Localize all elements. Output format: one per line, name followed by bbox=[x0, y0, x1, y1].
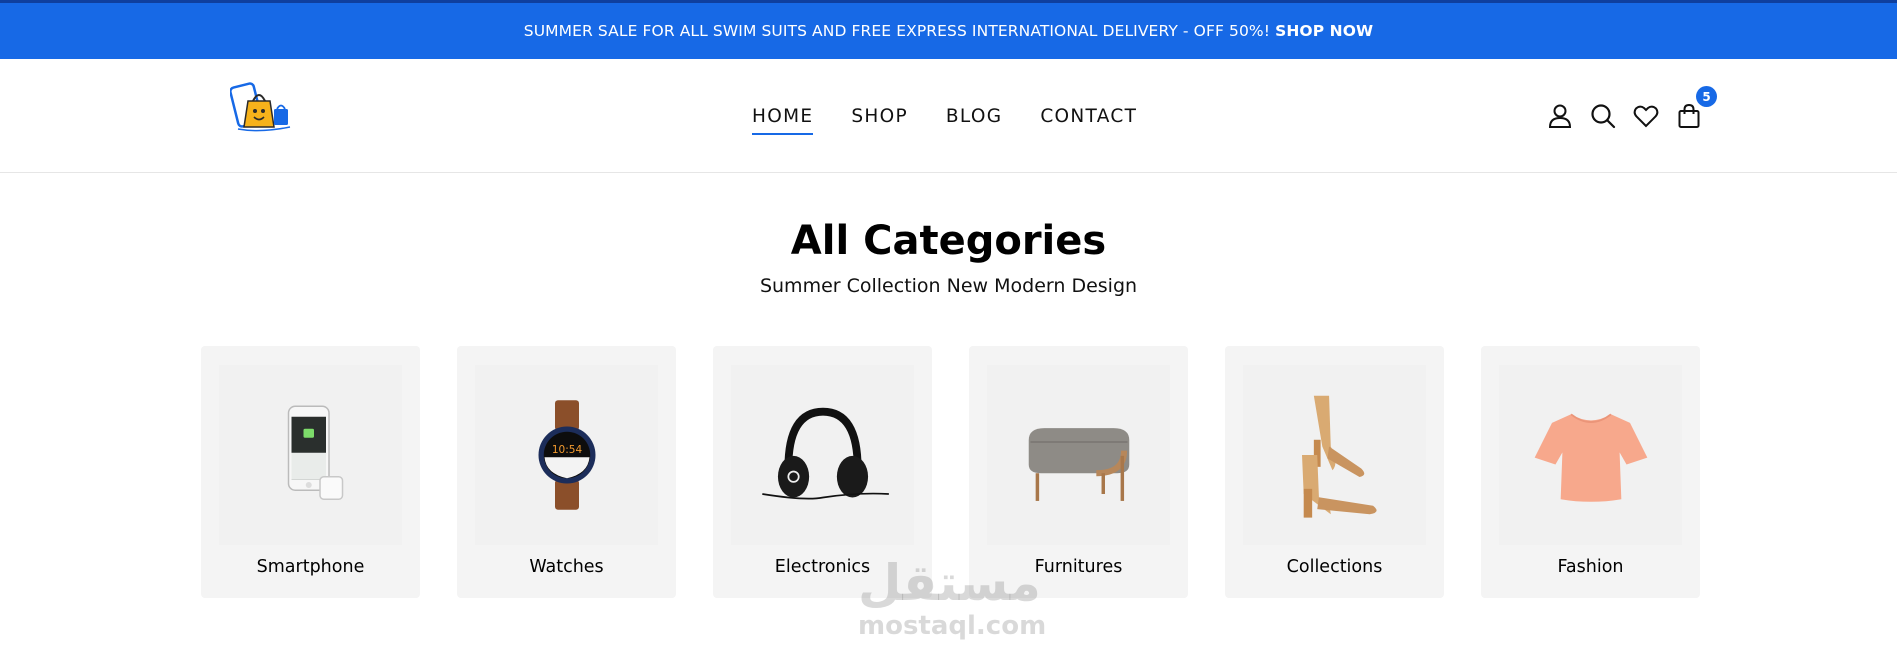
cart-icon[interactable]: 5 bbox=[1675, 86, 1717, 130]
heart-icon[interactable] bbox=[1632, 102, 1660, 130]
cart-count-badge: 5 bbox=[1696, 86, 1717, 107]
watermark-latin: mostaql.com bbox=[858, 611, 1047, 641]
smartphone-image bbox=[219, 365, 402, 545]
search-icon[interactable] bbox=[1589, 102, 1617, 130]
category-card-fashion[interactable]: Fashion bbox=[1481, 346, 1700, 598]
shopping-bag-mascot-logo bbox=[229, 82, 291, 132]
headphones-image bbox=[731, 365, 914, 545]
page-subtitle: Summer Collection New Modern Design bbox=[759, 275, 1138, 297]
mostaql-watermark: مستقل mostaql.com bbox=[858, 554, 1047, 641]
watermark-arabic: مستقل bbox=[858, 554, 1041, 612]
sandals-image bbox=[1243, 365, 1426, 545]
announcement-bar: SUMMER SALE FOR ALL SWIM SUITS AND FREE … bbox=[0, 0, 1897, 59]
nav-item-shop[interactable]: SHOP bbox=[851, 106, 908, 127]
site-header: HOME SHOP BLOG CONTACT 5 bbox=[0, 59, 1897, 173]
category-card-collections[interactable]: Collections bbox=[1225, 346, 1444, 598]
announcement-text: SUMMER SALE FOR ALL SWIM SUITS AND FREE … bbox=[523, 22, 1271, 40]
ottoman-image bbox=[987, 365, 1170, 545]
main-nav: HOME SHOP BLOG CONTACT bbox=[752, 59, 1175, 173]
category-label: Smartphone bbox=[256, 557, 365, 577]
shop-now-link[interactable]: SHOP NOW bbox=[1275, 22, 1373, 40]
header-actions: 5 bbox=[1546, 59, 1718, 173]
page-title: All Categories bbox=[790, 218, 1107, 264]
site-logo[interactable] bbox=[229, 81, 296, 135]
category-card-watches[interactable]: 10:54 Watches bbox=[457, 346, 676, 598]
nav-item-contact[interactable]: CONTACT bbox=[1040, 106, 1137, 127]
nav-item-home[interactable]: HOME bbox=[752, 106, 814, 135]
category-label: Watches bbox=[529, 557, 604, 577]
category-card-smartphone[interactable]: Smartphone bbox=[201, 346, 420, 598]
svg-text:10:54: 10:54 bbox=[551, 444, 582, 456]
watch-image: 10:54 bbox=[475, 365, 658, 545]
user-icon[interactable] bbox=[1546, 102, 1574, 130]
nav-item-blog[interactable]: BLOG bbox=[946, 106, 1002, 127]
category-label: Fashion bbox=[1557, 557, 1624, 577]
category-label: Collections bbox=[1286, 557, 1383, 577]
blouse-image bbox=[1499, 365, 1682, 545]
